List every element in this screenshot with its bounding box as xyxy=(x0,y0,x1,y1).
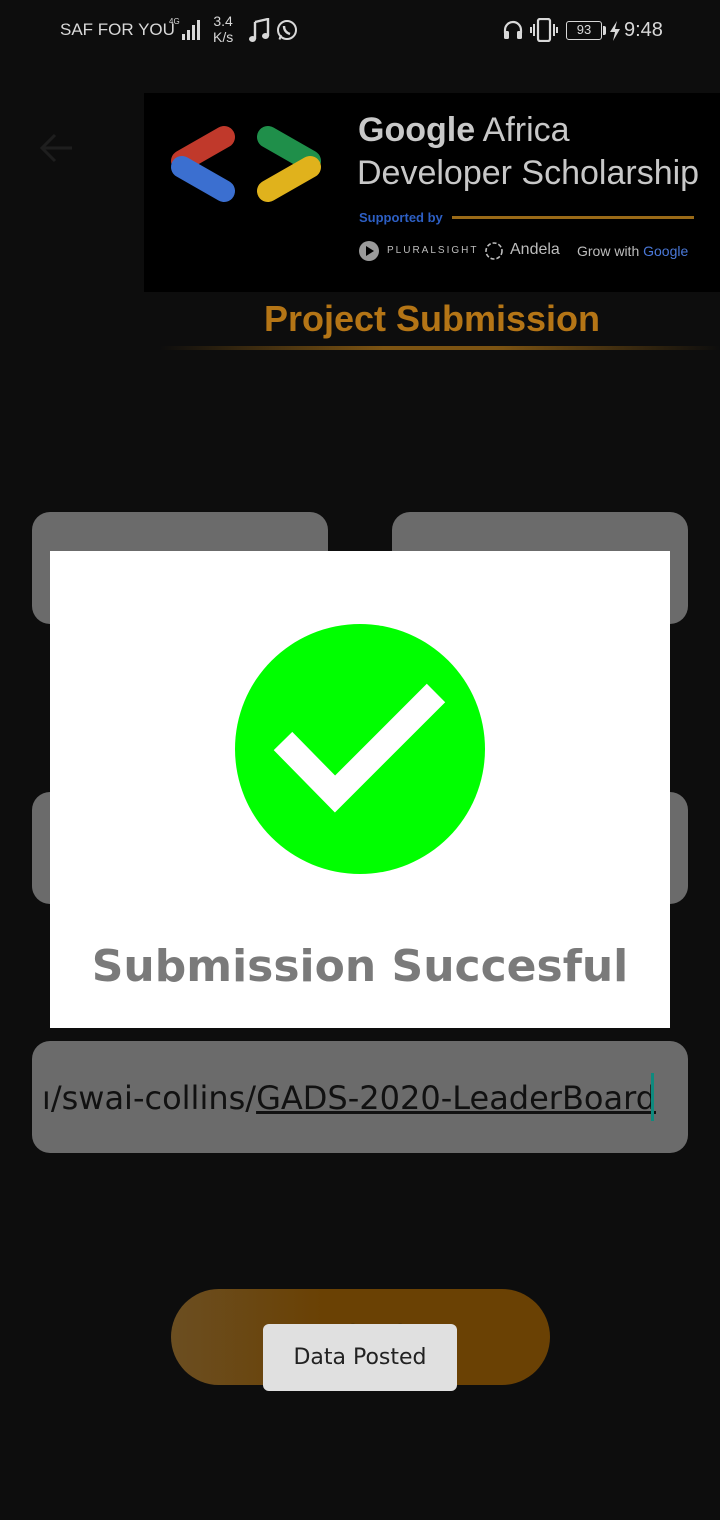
andela-icon xyxy=(485,242,503,260)
battery-tip xyxy=(603,26,606,35)
partner-pluralsight: PLURALSIGHT xyxy=(387,245,479,256)
page-title: Project Submission xyxy=(263,298,601,339)
signal-icon xyxy=(182,20,200,40)
network-generation: 4G xyxy=(169,17,180,26)
charging-icon xyxy=(610,21,620,41)
supported-by-label: Supported by xyxy=(359,210,443,225)
brand-google: Google xyxy=(358,111,476,149)
project-link-prefix: ı/swai-collins/ xyxy=(41,1079,257,1117)
success-message: Submission Succesful xyxy=(91,941,629,992)
network-speed-unit: K/s xyxy=(213,29,234,45)
title-divider xyxy=(160,346,720,350)
vibrate-icon xyxy=(530,18,558,42)
supported-by-divider xyxy=(452,216,694,219)
text-cursor xyxy=(651,1073,654,1121)
partner-andela: Andela xyxy=(510,241,560,258)
network-speed-value: 3.4 xyxy=(213,13,233,29)
project-link-value: ı/swai-collins/GADS-2020-LeaderBoard xyxy=(42,1079,656,1117)
clock: 9:48 xyxy=(624,19,663,41)
arrow-left-icon[interactable] xyxy=(38,130,74,166)
toast-message: Data Posted xyxy=(263,1324,457,1391)
brand-africa: Africa xyxy=(475,111,570,149)
check-circle-icon xyxy=(235,624,485,874)
network-speed: 3.4 K/s xyxy=(213,13,233,45)
gads-logo-icon xyxy=(171,126,321,202)
pluralsight-icon xyxy=(359,241,379,261)
project-link-field[interactable]: ı/swai-collins/GADS-2020-LeaderBoard xyxy=(32,1041,688,1153)
headset-icon xyxy=(503,20,523,39)
banner-brand-line2: Developer Scholarship xyxy=(357,154,700,192)
partner-grow-with-google: Grow with Google xyxy=(577,243,688,259)
whatsapp-icon xyxy=(277,20,297,40)
success-dialog[interactable]: Submission Succesful xyxy=(50,551,670,1028)
grow-google: Google xyxy=(643,243,689,259)
grow-prefix: Grow with xyxy=(577,243,644,259)
banner-brand-line1: Google Africa xyxy=(358,111,570,150)
music-icon xyxy=(249,18,270,42)
gads-banner: Google Africa Developer Scholarship Supp… xyxy=(144,93,720,292)
project-link-repo: GADS-2020-LeaderBoard xyxy=(256,1079,656,1117)
carrier-name: SAF FOR YOU xyxy=(60,20,175,39)
status-bar: SAF FOR YOU 4G 3.4 K/s 93 9:48 xyxy=(0,0,720,62)
battery-icon: 93 xyxy=(566,21,602,40)
